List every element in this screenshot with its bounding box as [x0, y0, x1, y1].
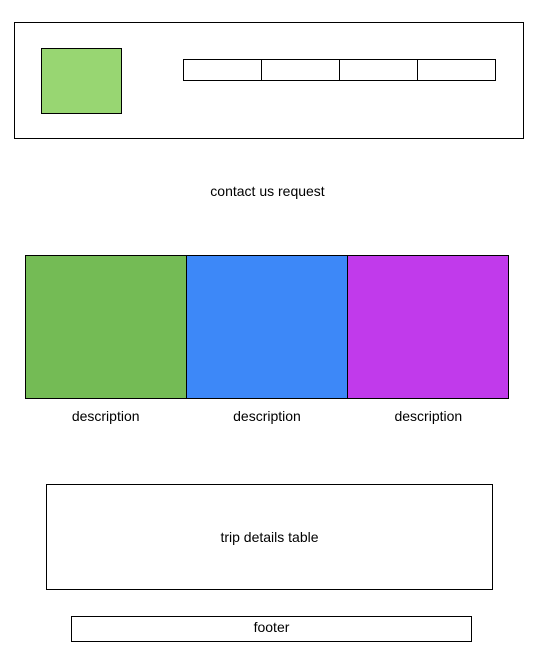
card-description-1: description	[71, 408, 140, 424]
logo-placeholder[interactable]	[41, 48, 122, 114]
contact-us-request[interactable]: contact us request	[0, 182, 535, 200]
footer: footer	[71, 616, 472, 642]
card-descriptions: description description description	[25, 407, 509, 425]
card-image-1[interactable]	[26, 256, 187, 398]
nav-item-4[interactable]	[418, 60, 495, 80]
feature-cards	[25, 255, 509, 399]
card-description-2: description	[233, 408, 301, 424]
trip-details-table: trip details table	[46, 484, 493, 590]
trip-details-label: trip details table	[220, 529, 319, 545]
header	[14, 22, 524, 139]
nav-item-2[interactable]	[262, 60, 340, 80]
nav-item-3[interactable]	[340, 60, 418, 80]
footer-label: footer	[253, 619, 290, 635]
card-image-3[interactable]	[348, 256, 508, 398]
card-description-3: description	[394, 408, 463, 424]
card-image-2[interactable]	[187, 256, 348, 398]
nav-item-1[interactable]	[184, 60, 262, 80]
nav-bar	[183, 59, 496, 81]
